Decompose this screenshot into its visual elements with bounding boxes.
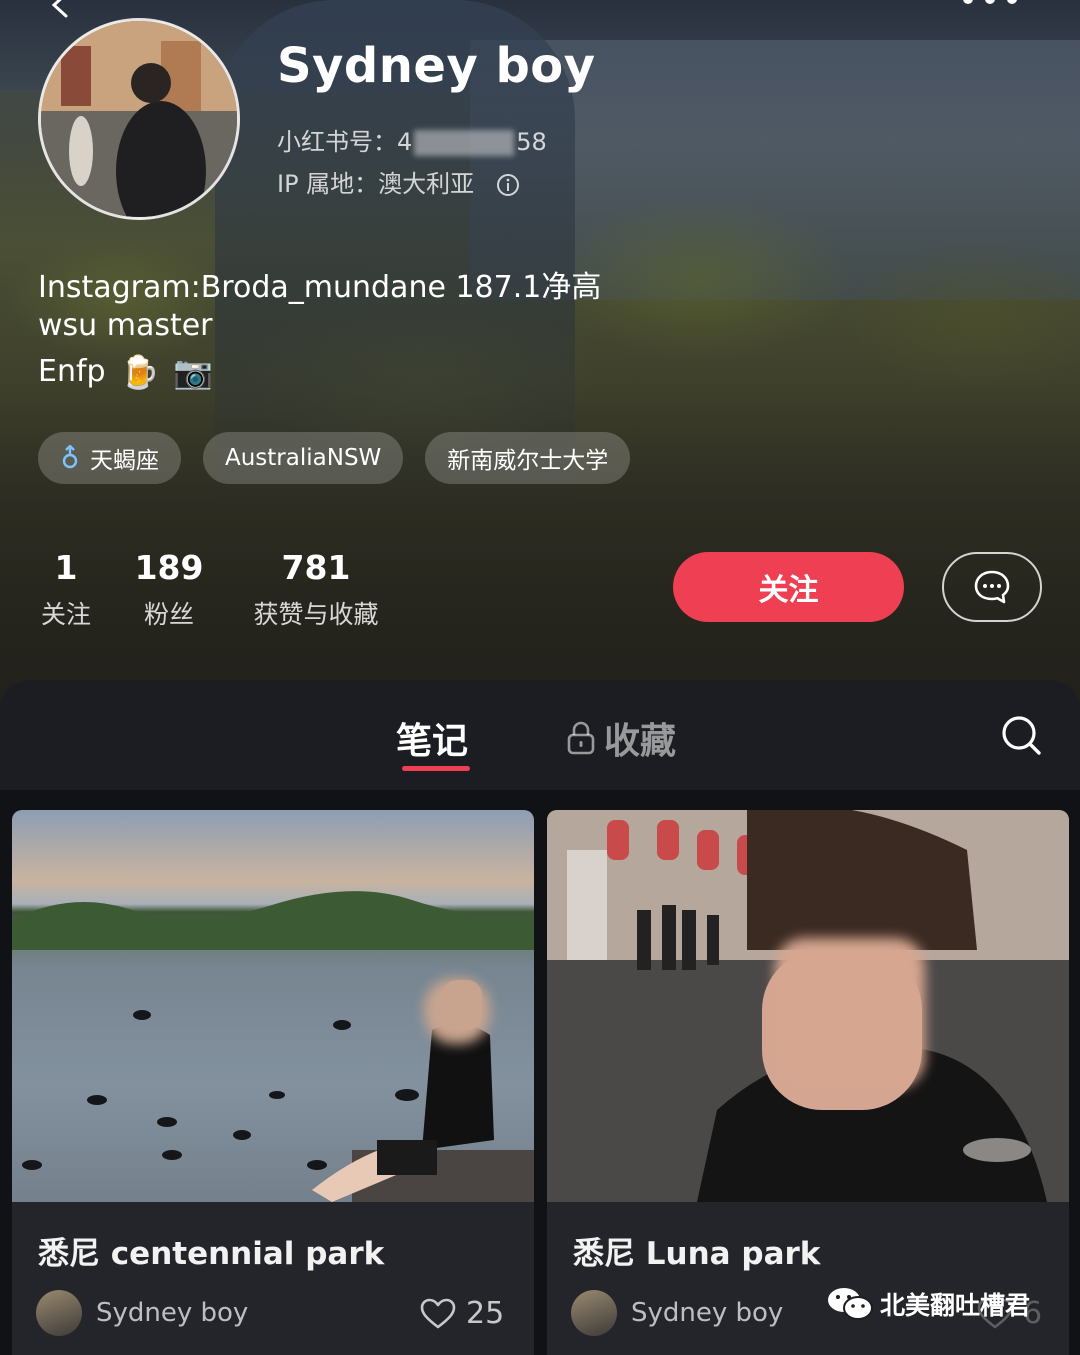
beer-emoji: 🍺 <box>119 352 160 391</box>
tag-zodiac[interactable]: 天蝎座 <box>38 432 181 484</box>
ip-location: IP 属地：澳大利亚 <box>277 164 520 199</box>
bio-line-1: Instagram:Broda_mundane 187.1净高 <box>38 270 602 305</box>
more-icon[interactable] <box>960 0 1020 6</box>
search-icon[interactable] <box>1000 714 1042 756</box>
note-title: 悉尼 Luna park <box>573 1236 821 1272</box>
stat-likes-value: 781 <box>281 548 351 587</box>
avatar[interactable] <box>38 18 240 220</box>
notes-feed: 悉尼 centennial park Sydney boy 25 悉尼 Luna… <box>0 790 1080 1355</box>
like-count: 25 <box>466 1296 505 1331</box>
note-thumbnail <box>547 810 1069 1202</box>
note-author[interactable]: Sydney boy <box>571 1290 783 1336</box>
tag-location-label: AustraliaNSW <box>225 445 382 471</box>
user-id-prefix: 小红书号：4 <box>277 128 413 156</box>
tag-zodiac-label: 天蝎座 <box>90 448 159 474</box>
stat-following[interactable]: 1 关注 <box>38 548 94 631</box>
tab-notes-label: 笔记 <box>396 721 469 762</box>
stat-likes-label: 获赞与收藏 <box>253 600 379 629</box>
camera-emoji: 📷 <box>173 352 214 391</box>
active-tab-indicator <box>402 766 470 771</box>
profile-tags: 天蝎座 AustraliaNSW 新南威尔士大学 <box>38 432 631 484</box>
blurred-face <box>424 978 490 1044</box>
note-title: 悉尼 centennial park <box>38 1236 385 1272</box>
like-button[interactable]: 25 <box>420 1296 504 1331</box>
ip-location-text: IP 属地：澳大利亚 <box>277 170 475 198</box>
author-name: Sydney boy <box>96 1298 249 1328</box>
author-name: Sydney boy <box>631 1298 784 1328</box>
user-id-suffix: 58 <box>516 128 547 156</box>
back-icon[interactable] <box>44 0 74 20</box>
stat-following-label: 关注 <box>40 600 91 629</box>
user-id: 小红书号：4 58 <box>277 122 547 157</box>
stat-following-value: 1 <box>54 548 78 587</box>
note-thumbnail <box>12 810 534 1202</box>
stat-followers-value: 189 <box>134 548 204 587</box>
stat-likes[interactable]: 781 获赞与收藏 <box>246 548 386 631</box>
tag-school[interactable]: 新南威尔士大学 <box>425 432 631 484</box>
message-icon <box>974 570 1010 604</box>
watermark-text: 北美翻吐槽君 <box>880 1291 1031 1320</box>
tab-favorites[interactable]: 收藏 <box>566 712 676 764</box>
bio-line-2: wsu master <box>38 308 213 343</box>
profile-name: Sydney boy <box>277 38 596 94</box>
tab-bar: 笔记 收藏 <box>0 680 1080 790</box>
blurred-face <box>775 938 925 1088</box>
note-author[interactable]: Sydney boy <box>36 1290 248 1336</box>
note-card[interactable]: 悉尼 centennial park Sydney boy 25 <box>12 810 534 1355</box>
stat-followers[interactable]: 189 粉丝 <box>135 548 204 631</box>
zodiac-icon <box>62 445 78 469</box>
bio-line-3-text: Enfp <box>38 354 106 389</box>
bio-line-3: Enfp 🍺 📷 <box>38 354 213 389</box>
author-avatar <box>571 1290 617 1336</box>
note-card[interactable]: 悉尼 Luna park Sydney boy 6 <box>547 810 1069 1355</box>
content-panel: 笔记 收藏 悉尼 centennial park Sydney boy 25 悉… <box>0 680 1080 1355</box>
tab-favorites-label: 收藏 <box>604 721 677 762</box>
author-avatar <box>36 1290 82 1336</box>
stat-followers-label: 粉丝 <box>143 600 194 629</box>
watermark: 北美翻吐槽君 <box>826 1286 1030 1322</box>
message-button[interactable] <box>942 552 1042 622</box>
tag-location[interactable]: AustraliaNSW <box>203 432 404 484</box>
lock-icon <box>567 721 595 755</box>
user-id-redaction <box>414 130 515 156</box>
follow-button[interactable]: 关注 <box>673 552 904 622</box>
heart-icon <box>420 1298 456 1328</box>
wechat-icon <box>828 1288 873 1320</box>
info-icon[interactable] <box>496 173 520 197</box>
tab-notes[interactable]: 笔记 <box>396 712 470 771</box>
tag-school-label: 新南威尔士大学 <box>447 448 609 474</box>
